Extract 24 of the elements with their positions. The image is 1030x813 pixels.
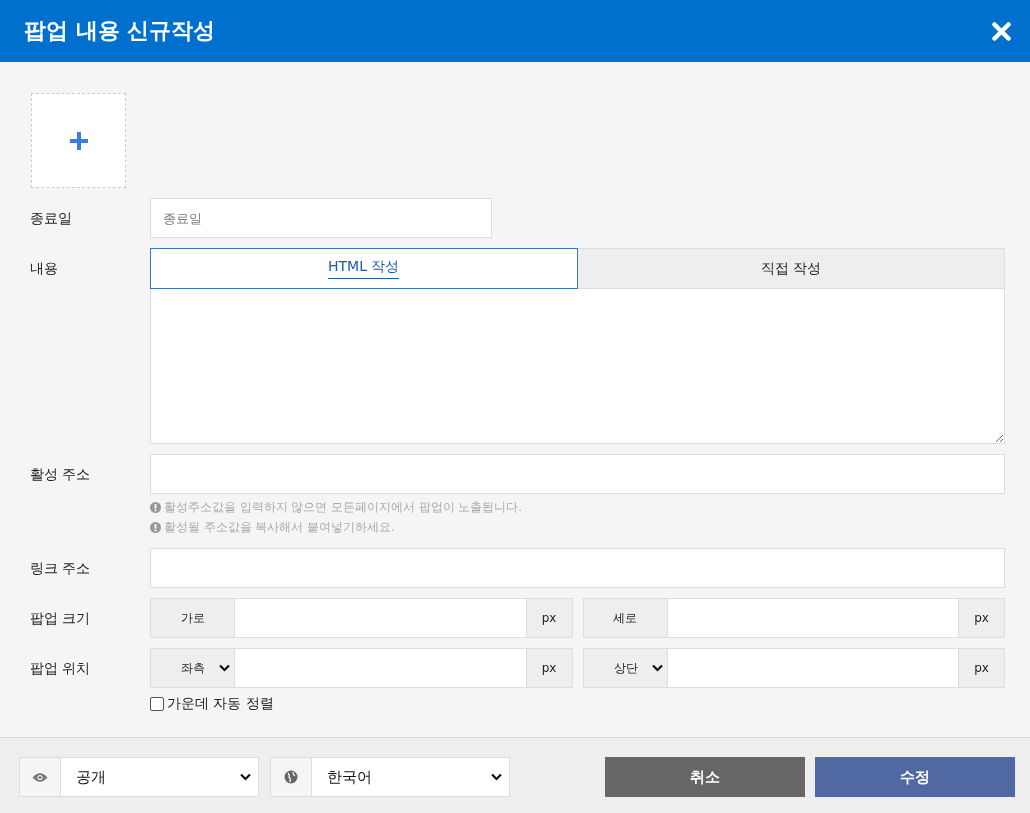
hint-text: 활성될 주소값을 복사해서 붙여넣기하세요. bbox=[164, 520, 395, 535]
image-upload-box[interactable] bbox=[31, 93, 126, 188]
field-label: 팝업 크기 bbox=[30, 609, 92, 628]
checkbox[interactable] bbox=[150, 697, 164, 711]
plus-icon bbox=[68, 130, 89, 151]
field-label: 내용 bbox=[30, 259, 59, 278]
field-label: 링크 주소 bbox=[30, 559, 92, 578]
content-textarea[interactable] bbox=[150, 289, 1005, 444]
dialog-title: 팝업 내용 신규작성 bbox=[24, 17, 216, 45]
text-input[interactable] bbox=[150, 454, 1005, 494]
info-icon bbox=[150, 502, 161, 513]
close-icon[interactable] bbox=[992, 21, 1011, 41]
cancel-button[interactable]: 취소 bbox=[605, 757, 805, 797]
text-input[interactable]: 종료일 bbox=[150, 198, 492, 238]
hint-text: 활성주소값을 입력하지 않으면 모든페이지에서 팝업이 노출됩니다. bbox=[164, 500, 522, 515]
info-icon bbox=[150, 522, 161, 533]
field-label: 팝업 위치 bbox=[30, 659, 92, 678]
editor-tab[interactable]: 직접 작성 bbox=[577, 248, 1005, 289]
text-input[interactable] bbox=[150, 548, 1005, 588]
field-label: 종료일 bbox=[30, 209, 73, 228]
field-label: 활성 주소 bbox=[30, 465, 92, 484]
submit-button[interactable]: 수정 bbox=[815, 757, 1015, 797]
editor-tab[interactable]: HTML 작성 bbox=[150, 248, 578, 289]
checkbox-label: 가운데 자동 정렬 bbox=[167, 695, 274, 713]
